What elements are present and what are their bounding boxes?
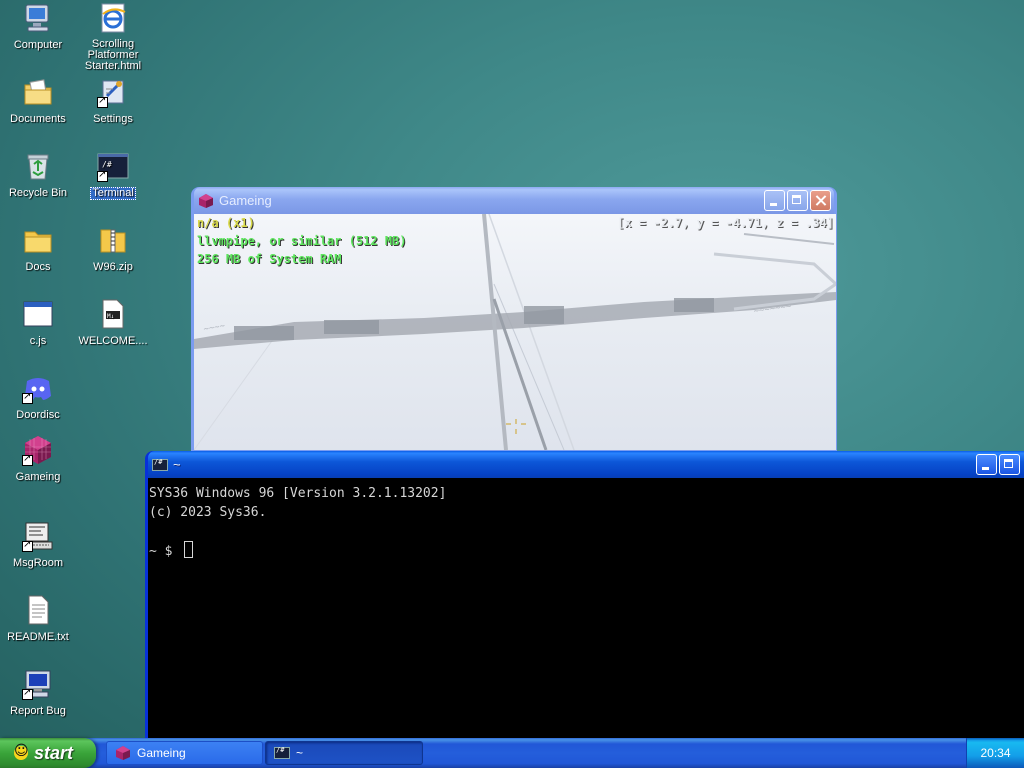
- desktop-icon-label: MsgRoom: [12, 557, 64, 569]
- system-tray: 20:34: [966, 738, 1024, 768]
- hud-ram-line: 256 MB of System RAM: [197, 252, 342, 266]
- terminal-output[interactable]: SYS36 Windows 96 [Version 3.2.1.13202] (…: [148, 478, 1024, 740]
- shortcut-arrow-icon: [22, 453, 33, 466]
- desktop-icon-label: WELCOME....: [78, 335, 148, 347]
- desktop-icon-label: Scrolling Platformer Starter.html: [84, 38, 142, 72]
- taskbar-item-label: ~: [296, 746, 304, 760]
- start-label: start: [34, 742, 74, 763]
- recycle-bin-icon: [22, 150, 54, 182]
- terminal-prompt: ~ $: [149, 544, 181, 559]
- hud-gpu-line: n/a (x1): [197, 216, 255, 230]
- documents-folder-icon: [22, 76, 54, 108]
- report-bug-icon: [22, 668, 54, 700]
- desktop-icon-label: Terminal: [90, 187, 136, 200]
- terminal-prompt-line[interactable]: ~ $: [149, 541, 1024, 561]
- desktop-icon-computer[interactable]: Computer: [1, 2, 75, 52]
- computer-icon: [22, 2, 54, 34]
- terminal-line: (c) 2023 Sys36.: [149, 505, 267, 520]
- taskbar-item-label: Gameing: [137, 746, 186, 760]
- game-scene: ~~~~~~~ ~~~~: [194, 214, 836, 450]
- internet-explorer-icon: [97, 2, 129, 34]
- game-viewport[interactable]: ~~~~~~~ ~~~~ n/a (x1) llvmpipe, or simil…: [194, 214, 836, 450]
- desktop-icon-label: Documents: [10, 113, 66, 125]
- taskbar: start Gameing ~ 20:34: [0, 738, 1024, 768]
- clock[interactable]: 20:34: [980, 746, 1010, 760]
- cube-icon: [22, 434, 54, 466]
- terminal-icon: [152, 457, 168, 473]
- desktop-icon-label: Recycle Bin: [8, 187, 68, 199]
- window-title: ~: [173, 457, 181, 472]
- desktop-icon-label: W96.zip: [93, 261, 133, 273]
- desktop-icon-terminal[interactable]: /# Terminal: [76, 150, 150, 200]
- terminal-window-titlebar[interactable]: ~: [148, 451, 1024, 478]
- zip-folder-icon: [97, 224, 129, 256]
- taskbar-item-gameing[interactable]: Gameing: [106, 741, 263, 765]
- terminal-icon: /#: [97, 150, 129, 182]
- desktop-icon-doordisc[interactable]: Doordisc: [1, 372, 75, 422]
- desktop-icon-label: README.txt: [7, 631, 69, 643]
- terminal-window: ~ SYS36 Windows 96 [Version 3.2.1.13202]…: [145, 451, 1024, 741]
- smiley-icon: [14, 743, 29, 760]
- window-title: Gameing: [219, 193, 272, 208]
- discord-icon: [22, 372, 54, 404]
- svg-text:M↓: M↓: [107, 313, 114, 320]
- close-button[interactable]: [810, 190, 831, 211]
- shortcut-arrow-icon: [97, 95, 108, 108]
- markdown-file-icon: M↓: [97, 298, 129, 330]
- terminal-icon: [274, 745, 290, 761]
- desktop-icon-settings[interactable]: Settings: [76, 76, 150, 126]
- desktop-icon-readme[interactable]: README.txt: [1, 594, 75, 644]
- hud-coordinates: [x = -2.7, y = -4.71, z = .34]: [617, 216, 834, 230]
- game-window-titlebar[interactable]: Gameing: [194, 187, 834, 214]
- settings-icon: [97, 76, 129, 108]
- desktop-icon-label: c.js: [29, 335, 47, 347]
- maximize-button[interactable]: [999, 454, 1020, 475]
- taskbar-item-terminal[interactable]: ~: [265, 741, 423, 765]
- shortcut-arrow-icon: [22, 687, 33, 700]
- folder-icon: [22, 224, 54, 256]
- text-file-icon: [22, 594, 54, 626]
- minimize-button[interactable]: [764, 190, 785, 211]
- desktop-icon-recycle-bin[interactable]: Recycle Bin: [1, 150, 75, 200]
- desktop-icon-msgroom[interactable]: MsgRoom: [1, 520, 75, 570]
- desktop-icon-scrolling-platformer[interactable]: Scrolling Platformer Starter.html: [76, 2, 150, 73]
- desktop-icon-label: Settings: [93, 113, 133, 125]
- desktop-icon-welcome[interactable]: M↓ WELCOME....: [76, 298, 150, 348]
- desktop-icon-label: Gameing: [15, 471, 61, 483]
- desktop-icon-w96-zip[interactable]: W96.zip: [76, 224, 150, 274]
- minimize-button[interactable]: [976, 454, 997, 475]
- desktop-icon-report-bug[interactable]: Report Bug: [1, 668, 75, 718]
- desktop-icon-label: Docs: [25, 261, 51, 273]
- desktop-icon-gameing[interactable]: Gameing: [1, 434, 75, 484]
- window-app-icon: [22, 298, 54, 330]
- shortcut-arrow-icon: [97, 169, 108, 182]
- desktop-icon-label: Report Bug: [10, 705, 66, 717]
- desktop-icon-label: Computer: [13, 39, 63, 51]
- svg-text:~~~~: ~~~~: [203, 321, 227, 335]
- svg-text:/#: /#: [102, 160, 112, 169]
- shortcut-arrow-icon: [22, 539, 33, 552]
- desktop-icon-label: Doordisc: [16, 409, 60, 421]
- desktop-icon-documents[interactable]: Documents: [1, 76, 75, 126]
- msgroom-icon: [22, 520, 54, 552]
- desktop-icon-docs[interactable]: Docs: [1, 224, 75, 274]
- terminal-cursor: [184, 541, 194, 558]
- game-window: Gameing ~~~~~~~ ~~~~ n/a (x1) llvmpipe, …: [191, 187, 837, 451]
- shortcut-arrow-icon: [22, 391, 33, 404]
- maximize-button[interactable]: [787, 190, 808, 211]
- desktop-icon-c-js[interactable]: c.js: [1, 298, 75, 348]
- hud-renderer-line: llvmpipe, or similar (512 MB): [197, 234, 407, 248]
- cube-icon: [115, 745, 131, 761]
- terminal-line: SYS36 Windows 96 [Version 3.2.1.13202]: [149, 486, 447, 501]
- start-button[interactable]: start: [0, 738, 96, 768]
- cube-icon: [198, 193, 214, 209]
